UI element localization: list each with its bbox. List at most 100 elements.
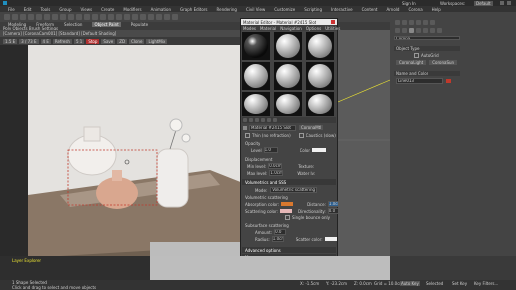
align-icon[interactable] (116, 14, 122, 20)
move-icon[interactable] (60, 14, 66, 20)
menu-item[interactable]: Modifiers (123, 7, 141, 12)
link-icon[interactable] (20, 14, 26, 20)
volumetrics-rollout-header[interactable]: Volumetrics and SSS (242, 179, 336, 185)
advanced-rollout-header[interactable]: Advanced options (242, 247, 336, 253)
render-icon[interactable] (172, 14, 178, 20)
sample-slot[interactable] (274, 62, 302, 90)
layer-icon[interactable] (124, 14, 130, 20)
menu-item[interactable]: Rendering (217, 7, 237, 12)
category-dropdown[interactable]: Corona (394, 36, 460, 40)
copy-material-icon[interactable] (261, 118, 265, 122)
menu-item[interactable]: Create (101, 7, 114, 12)
close-icon[interactable] (507, 1, 511, 5)
sample-slot[interactable] (306, 62, 334, 90)
systems-icon[interactable] (437, 28, 442, 33)
utilities-tab-icon[interactable] (430, 20, 435, 25)
render-chip[interactable]: 3 / 73 E (19, 38, 39, 44)
helpers-icon[interactable] (423, 28, 428, 33)
curve-editor-icon[interactable] (132, 14, 138, 20)
menu-item[interactable]: File (8, 7, 15, 12)
sample-slot[interactable] (242, 92, 270, 116)
undo-icon[interactable] (4, 14, 10, 20)
single-bounce-checkbox[interactable] (285, 215, 290, 220)
layer-explorer-label[interactable]: Layer Explorer (12, 258, 41, 263)
percent-snap-icon[interactable] (100, 14, 106, 20)
bottom-viewport-strip[interactable] (150, 256, 390, 280)
snap-icon[interactable] (84, 14, 90, 20)
autogrid-checkbox[interactable] (414, 53, 419, 58)
unlink-icon[interactable] (28, 14, 34, 20)
med-menu-item[interactable]: Modes (243, 26, 256, 31)
scattering-swatch[interactable] (280, 209, 293, 213)
sample-slot[interactable] (306, 32, 334, 60)
render-chip[interactable]: Save (101, 38, 116, 44)
go-parent-icon[interactable] (273, 118, 277, 122)
render-chip[interactable]: LightMix (146, 38, 168, 44)
render-chip[interactable]: ZD (117, 38, 128, 44)
ribbon-tab[interactable]: Populate (131, 22, 148, 27)
mirror-icon[interactable] (108, 14, 114, 20)
ribbon-tab-active[interactable]: Object Paint (92, 21, 121, 27)
schematic-icon[interactable] (140, 14, 146, 20)
caustics-checkbox[interactable] (298, 133, 304, 138)
get-material-icon[interactable] (243, 118, 247, 122)
menu-item[interactable]: Arnold (386, 7, 399, 12)
modify-tab-icon[interactable] (402, 20, 407, 25)
viewport[interactable]: [Camera] [CoronaCam001] [Standard] [Defa… (0, 30, 243, 256)
eyedropper-icon[interactable] (243, 125, 247, 130)
ribbon-tab[interactable]: Selection (64, 22, 82, 27)
secondary-viewport[interactable] (338, 30, 390, 256)
menu-item[interactable]: Views (81, 7, 93, 12)
object-color-swatch[interactable] (446, 79, 451, 83)
assign-material-icon[interactable] (249, 118, 253, 122)
menu-item[interactable]: Scripting (304, 7, 322, 12)
motion-tab-icon[interactable] (416, 20, 421, 25)
bind-icon[interactable] (36, 14, 42, 20)
select-region-icon[interactable] (52, 14, 58, 20)
scatter-color-swatch[interactable] (324, 237, 337, 241)
menu-item[interactable]: Interactive (331, 7, 353, 12)
material-type-button[interactable]: CoronaMtl (299, 125, 324, 130)
coord-x[interactable]: X: -1.5cm (300, 281, 319, 286)
rotate-icon[interactable] (68, 14, 74, 20)
sample-slot[interactable] (242, 62, 270, 90)
corona-sun-button[interactable]: CoronaSun (429, 60, 458, 65)
minimize-icon[interactable] (500, 1, 504, 5)
render-chip[interactable]: 4 E (40, 38, 51, 44)
level-field[interactable]: 1.0 (263, 147, 278, 153)
sample-slot[interactable] (306, 92, 334, 116)
menu-item[interactable]: Tools (40, 7, 50, 12)
sample-slot[interactable] (242, 32, 270, 60)
menu-item[interactable]: Animation (151, 7, 171, 12)
viewport-label[interactable]: [Camera] [CoronaCam001] [Standard] [Defa… (0, 31, 116, 36)
render-chip[interactable]: 5 1 (73, 38, 85, 44)
bottom-left-viewport[interactable]: Layer Explorer (0, 256, 150, 280)
hierarchy-tab-icon[interactable] (409, 20, 414, 25)
auto-key-button[interactable]: Auto Key (400, 281, 420, 286)
opacity-color-swatch[interactable] (312, 148, 327, 152)
mode-dropdown[interactable]: Volumetric scattering (270, 187, 318, 193)
menu-item[interactable]: Graph Editors (180, 7, 207, 12)
menu-item[interactable]: Corona (408, 7, 422, 12)
coord-z[interactable]: Z: 0.0cm (354, 281, 372, 286)
shapes-icon[interactable] (402, 28, 407, 33)
scale-icon[interactable] (76, 14, 82, 20)
material-name-field[interactable]: Material #2415 Slot (249, 124, 296, 131)
menu-item[interactable]: Edit (24, 7, 32, 12)
material-editor-icon[interactable] (148, 14, 154, 20)
sample-slot[interactable] (274, 32, 302, 60)
display-tab-icon[interactable] (423, 20, 428, 25)
menu-item[interactable]: Group (59, 7, 71, 12)
render-chip[interactable]: Refresh (52, 38, 72, 44)
render-chip[interactable]: 1.5 E (3, 38, 18, 44)
menu-item[interactable]: Help (432, 7, 441, 12)
amount-field[interactable]: 0.0 (274, 229, 287, 235)
redo-icon[interactable] (12, 14, 18, 20)
create-tab-icon[interactable] (395, 20, 400, 25)
set-key-button[interactable]: Set Key (452, 281, 467, 286)
select-icon[interactable] (44, 14, 50, 20)
object-name-field[interactable]: Line013 (396, 78, 443, 84)
stop-button[interactable]: Stop (86, 38, 100, 44)
min-level-field[interactable]: 0.0cm (268, 163, 283, 169)
absorption-swatch[interactable] (281, 202, 294, 206)
